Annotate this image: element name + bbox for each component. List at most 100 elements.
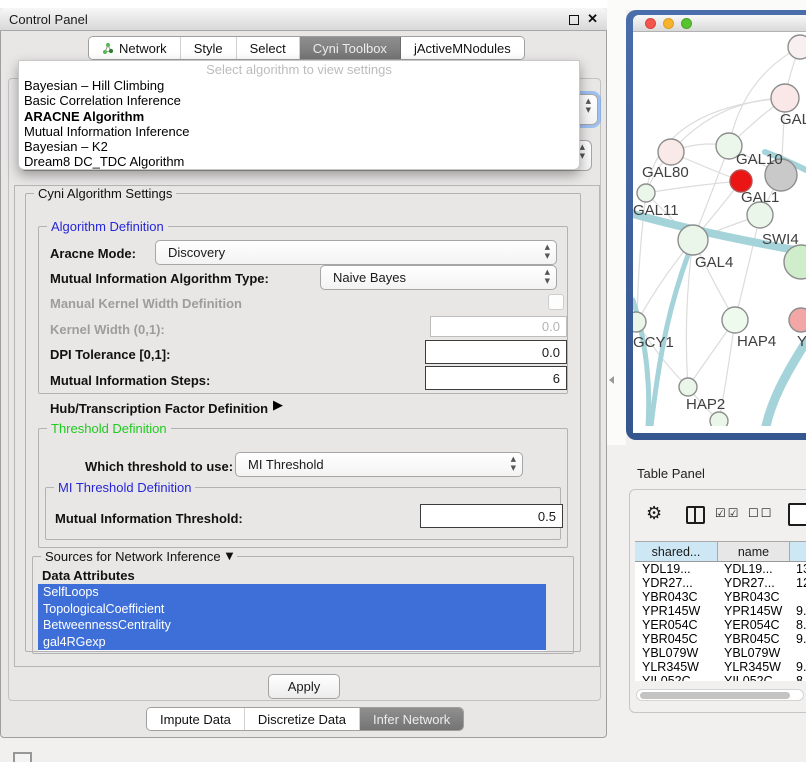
network-node[interactable] bbox=[722, 307, 748, 333]
column-header-shared-name[interactable]: shared... bbox=[635, 541, 718, 562]
top-gutter bbox=[626, 0, 806, 10]
network-edge[interactable] bbox=[646, 181, 741, 193]
minimized-panel-icon[interactable] bbox=[13, 752, 32, 762]
network-canvas[interactable]: GALGAL80GAL10GAL1GAL11SWI4GAL4GCY1HAP4YH… bbox=[633, 32, 806, 426]
network-node-label: HAP4 bbox=[737, 333, 776, 350]
kernel-width-value: 0.0 bbox=[542, 319, 560, 334]
gear-icon[interactable]: ⚙ bbox=[646, 503, 662, 524]
table-body[interactable]: YDL19...YDL19...13YDR27...YDR27...12YBR0… bbox=[635, 562, 806, 681]
network-node[interactable] bbox=[637, 184, 655, 202]
algorithm-option[interactable]: Mutual Information Inference bbox=[19, 124, 579, 139]
network-node-label: GAL1 bbox=[741, 189, 779, 206]
table-row[interactable]: YBR043CYBR043C bbox=[635, 590, 806, 604]
table-cell: YBL079W bbox=[718, 646, 790, 660]
table-cell: 9. bbox=[790, 604, 806, 618]
tab-impute-data[interactable]: Impute Data bbox=[147, 708, 245, 730]
mi-threshold-value: 0.5 bbox=[538, 509, 556, 524]
combo-arrows-icon: ▲▼ bbox=[586, 97, 591, 115]
close-traffic-light-icon[interactable] bbox=[645, 18, 656, 29]
close-window-icon[interactable]: ✕ bbox=[587, 11, 598, 27]
collapse-arrow-icon[interactable]: ▼ bbox=[226, 551, 234, 562]
attribute-list-item[interactable]: TopologicalCoefficient bbox=[38, 601, 546, 618]
zoom-traffic-light-icon[interactable] bbox=[681, 18, 692, 29]
hub-definition-label[interactable]: Hub/Transcription Factor Definition bbox=[50, 401, 268, 416]
panel-divider-handle[interactable] bbox=[609, 376, 614, 384]
network-node[interactable] bbox=[710, 412, 728, 426]
table-cell: YER054C bbox=[718, 618, 790, 632]
algorithm-option[interactable]: ARACNE Algorithm bbox=[19, 109, 579, 124]
table-cell: YIL052C bbox=[718, 674, 790, 681]
screenshot-root: Control Panel ✕ Network Style Select Cyn… bbox=[0, 0, 806, 762]
tab-cyni-toolbox[interactable]: Cyni Toolbox bbox=[300, 37, 401, 59]
table-row[interactable]: YLR345WYLR345W9. bbox=[635, 660, 806, 674]
expand-arrow-icon[interactable]: ▶ bbox=[273, 398, 283, 413]
algorithm-popup-list: Bayesian – Hill ClimbingBasic Correlatio… bbox=[19, 78, 579, 170]
document-icon[interactable] bbox=[788, 503, 806, 526]
attribute-list-item[interactable]: SelfLoops bbox=[38, 584, 546, 601]
which-threshold-combo[interactable]: MI Threshold ▲▼ bbox=[235, 452, 523, 477]
column-header-clipped[interactable]: A bbox=[790, 541, 806, 562]
network-node[interactable] bbox=[658, 139, 684, 165]
table-horizontal-scrollbar[interactable] bbox=[636, 689, 804, 701]
network-node[interactable] bbox=[788, 35, 806, 59]
table-cell: 9. bbox=[790, 632, 806, 646]
table-row[interactable]: YBR045CYBR045C9. bbox=[635, 632, 806, 646]
network-window-titlebar[interactable] bbox=[633, 15, 806, 32]
tab-style-label: Style bbox=[194, 41, 223, 56]
tab-discretize-data[interactable]: Discretize Data bbox=[245, 708, 360, 730]
network-thick-edge[interactable] bbox=[766, 342, 806, 426]
network-node[interactable] bbox=[679, 378, 697, 396]
table-cell: YDL19... bbox=[718, 562, 790, 576]
attribute-list-item[interactable]: gal4RGexp bbox=[38, 634, 546, 651]
tab-select-label: Select bbox=[250, 41, 286, 56]
table-row[interactable]: YDR27...YDR27...12 bbox=[635, 576, 806, 590]
table-cell: YBR043C bbox=[718, 590, 790, 604]
control-panel-titlebar[interactable]: Control Panel ✕ bbox=[0, 8, 607, 31]
tab-infer-network[interactable]: Infer Network bbox=[360, 708, 463, 730]
network-node[interactable] bbox=[789, 308, 806, 332]
tab-impute-data-label: Impute Data bbox=[160, 712, 231, 727]
kernel-width-field[interactable]: 0.0 bbox=[430, 316, 567, 337]
table-panel-window: ⚙ ☑☑ ☐☐ shared... name A YDL19...YDL19..… bbox=[629, 489, 806, 713]
dpi-tolerance-field[interactable]: 0.0 bbox=[425, 340, 567, 364]
algorithm-option[interactable]: Bayesian – Hill Climbing bbox=[19, 78, 579, 93]
algorithm-popup-prompt: Select algorithm to view settings bbox=[19, 61, 579, 78]
algorithm-option[interactable]: Dream8 DC_TDC Algorithm bbox=[19, 154, 579, 169]
manual-kernel-checkbox[interactable] bbox=[548, 294, 564, 310]
select-all-checks-icon[interactable]: ☑☑ bbox=[715, 506, 741, 520]
table-row[interactable]: YER054CYER054C8. bbox=[635, 618, 806, 632]
aracne-mode-label: Aracne Mode: bbox=[50, 246, 136, 261]
algorithm-option[interactable]: Bayesian – K2 bbox=[19, 139, 579, 154]
table-row[interactable]: YPR145WYPR145W9. bbox=[635, 604, 806, 618]
tab-select[interactable]: Select bbox=[237, 37, 300, 59]
mi-type-combo[interactable]: Naive Bayes ▲▼ bbox=[320, 265, 557, 290]
mi-threshold-field[interactable]: 0.5 bbox=[420, 504, 563, 528]
aracne-mode-combo[interactable]: Discovery ▲▼ bbox=[155, 240, 557, 265]
network-node[interactable] bbox=[678, 225, 708, 255]
minimize-traffic-light-icon[interactable] bbox=[663, 18, 674, 29]
network-graph: GALGAL80GAL10GAL1GAL11SWI4GAL4GCY1HAP4YH… bbox=[633, 32, 806, 426]
table-row[interactable]: YBL079WYBL079W bbox=[635, 646, 806, 660]
network-edge[interactable] bbox=[735, 215, 760, 320]
attribute-list-item[interactable]: BetweennessCentrality bbox=[38, 617, 546, 634]
tab-cyni-toolbox-label: Cyni Toolbox bbox=[313, 41, 387, 56]
table-row[interactable]: YDL19...YDL19...13 bbox=[635, 562, 806, 576]
mi-steps-field[interactable]: 6 bbox=[425, 366, 567, 390]
split-view-icon[interactable] bbox=[686, 506, 705, 524]
sources-title-wrap[interactable]: Sources for Network Inference ▼ bbox=[41, 549, 237, 564]
tab-jactivemnodules[interactable]: jActiveMNodules bbox=[401, 37, 524, 59]
float-window-icon[interactable] bbox=[569, 15, 579, 25]
column-header-name[interactable]: name bbox=[718, 541, 790, 562]
apply-button[interactable]: Apply bbox=[268, 674, 340, 699]
table-row[interactable]: YIL052CYIL052C8 bbox=[635, 674, 806, 681]
deselect-all-checks-icon[interactable]: ☐☐ bbox=[748, 506, 774, 520]
table-cell: YER054C bbox=[635, 618, 718, 632]
tab-style[interactable]: Style bbox=[181, 37, 237, 59]
control-panel-title: Control Panel bbox=[9, 12, 88, 27]
mi-threshold-title: MI Threshold Definition bbox=[54, 480, 195, 495]
network-node[interactable] bbox=[633, 312, 646, 332]
tab-network[interactable]: Network bbox=[89, 37, 181, 59]
algorithm-option[interactable]: Basic Correlation Inference bbox=[19, 93, 579, 108]
network-node[interactable] bbox=[771, 84, 799, 112]
network-node-label: GCY1 bbox=[633, 334, 674, 351]
